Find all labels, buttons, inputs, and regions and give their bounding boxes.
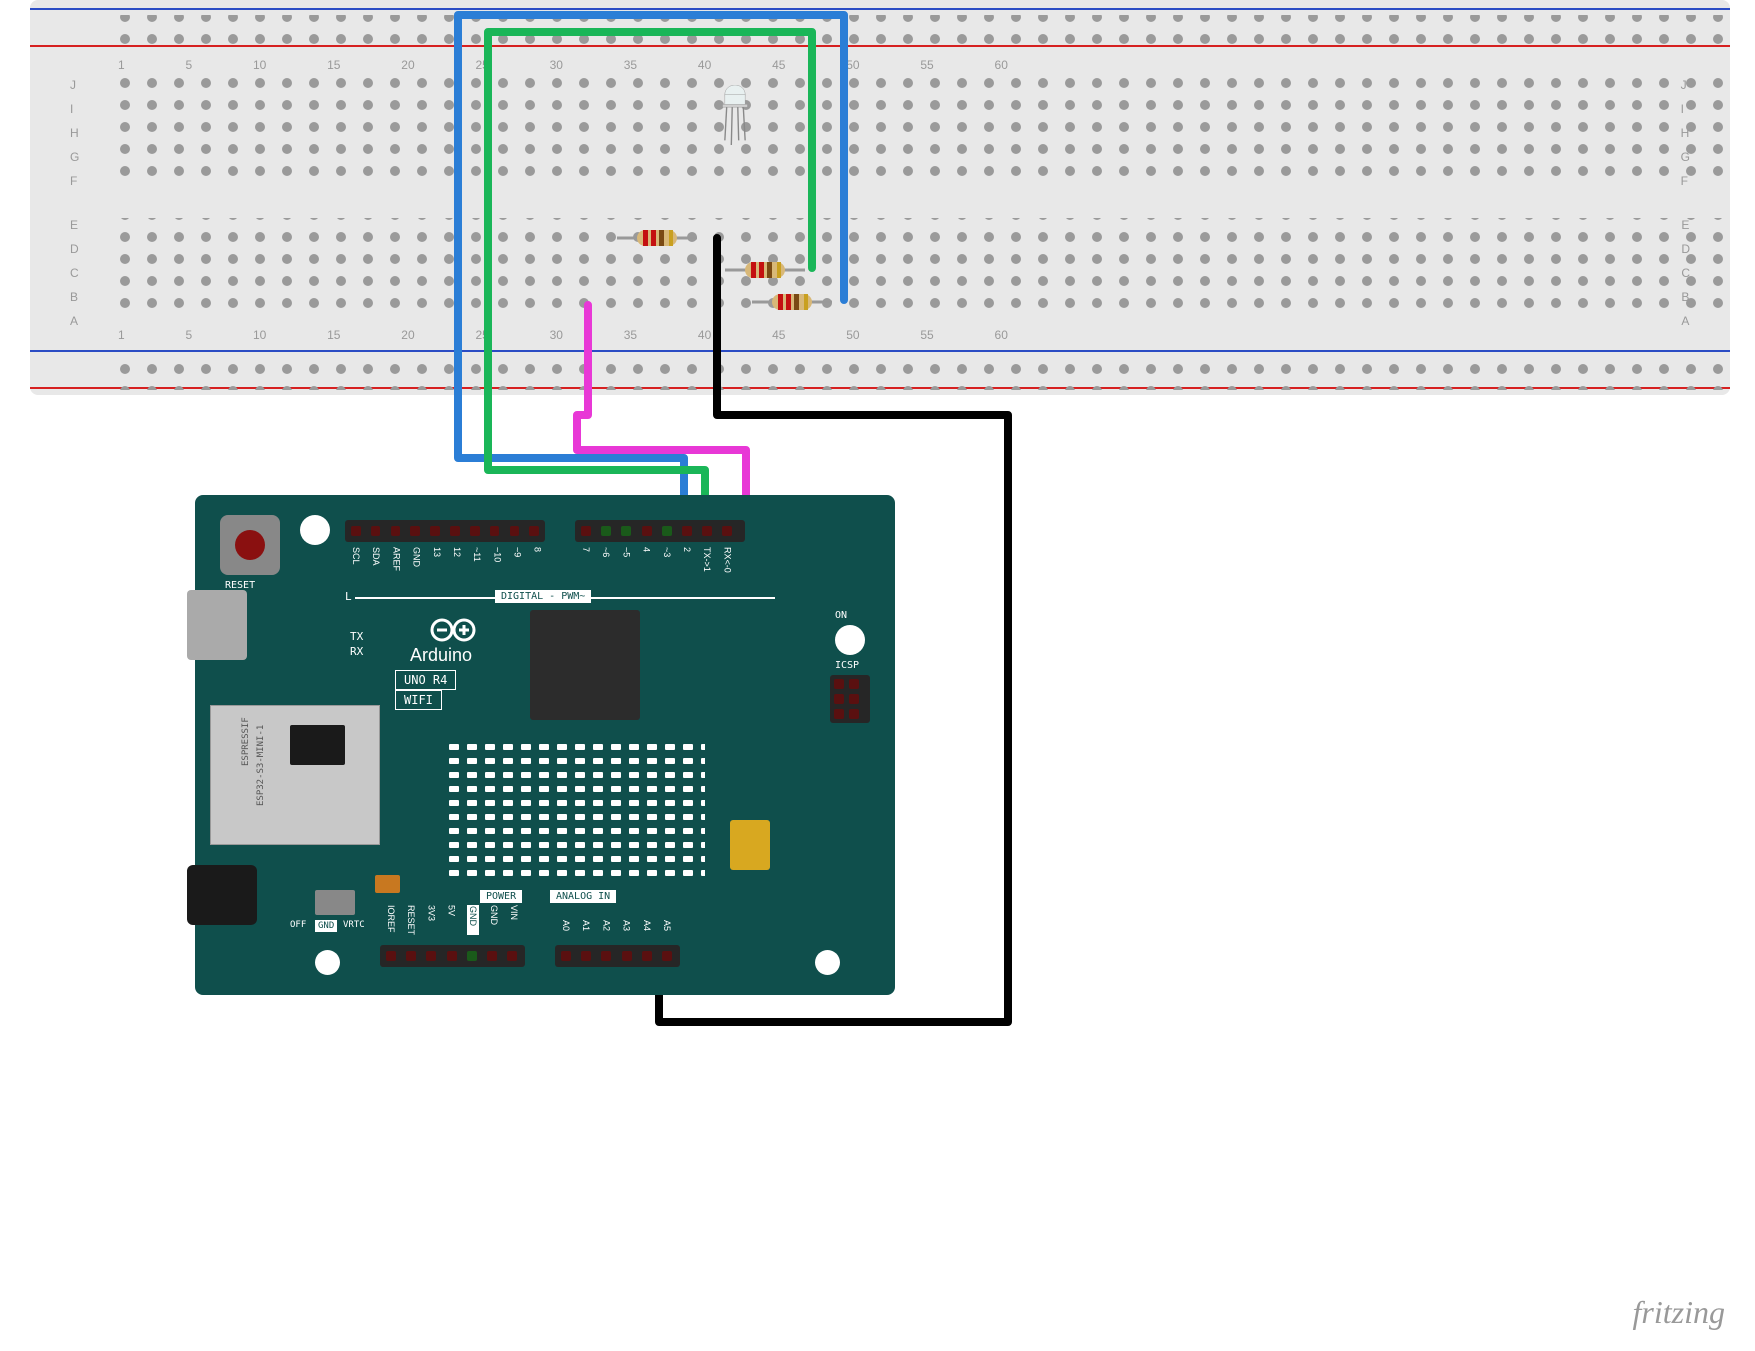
pin-header-analog[interactable] bbox=[555, 945, 680, 967]
pin-labels-power: IOREF RESET 3V3 5V GND GND VIN bbox=[386, 905, 519, 935]
rx-label: RX bbox=[350, 645, 363, 658]
pin-labels-analog: A0 A1 A2 A3 A4 A5 bbox=[561, 920, 672, 931]
led-matrix bbox=[445, 740, 705, 880]
arduino-uno-r4-wifi: RESET SCL SDA AREF GND 13 12 ~11 ~10 ~9 … bbox=[195, 495, 895, 995]
resistor-3 bbox=[752, 290, 832, 315]
mounting-hole-2 bbox=[835, 625, 865, 655]
mounting-hole-1 bbox=[300, 515, 330, 545]
breadboard-holes-grid bbox=[30, 0, 1730, 395]
resistor-2 bbox=[725, 258, 805, 283]
mounting-hole-4 bbox=[815, 950, 840, 975]
l-label: L bbox=[345, 590, 352, 603]
capacitor bbox=[375, 875, 400, 893]
main-mcu-chip bbox=[530, 610, 640, 720]
qwiic-connector bbox=[730, 820, 770, 870]
analog-header-label: ANALOG IN bbox=[550, 890, 616, 903]
resistor-1 bbox=[617, 226, 697, 251]
power-header-label: POWER bbox=[480, 890, 522, 903]
fritzing-watermark: fritzing bbox=[1633, 1294, 1725, 1331]
reset-button-cap bbox=[235, 530, 265, 560]
digital-header-label: DIGITAL - PWM~ bbox=[495, 590, 591, 603]
voltage-regulator bbox=[315, 890, 355, 915]
pin-header-power[interactable] bbox=[380, 945, 525, 967]
reset-label: RESET bbox=[225, 580, 255, 591]
pin-labels-top-2: 7 ~6 ~5 4 ~3 2 TX->1 RX<-0 bbox=[581, 547, 732, 573]
on-label: ON bbox=[835, 610, 847, 621]
gnd-label-bottom: GND bbox=[315, 920, 337, 932]
small-chip-1 bbox=[290, 725, 345, 765]
model-line2: WIFI bbox=[395, 690, 442, 710]
pin-header-top-right[interactable] bbox=[575, 520, 745, 542]
usb-port bbox=[187, 590, 247, 660]
reset-button[interactable] bbox=[220, 515, 280, 575]
rgb-led bbox=[705, 85, 765, 145]
icsp-header[interactable] bbox=[830, 675, 870, 723]
barrel-jack bbox=[187, 865, 257, 925]
breadboard: 151015202530354045505560 151015202530354… bbox=[30, 0, 1730, 395]
vrtc-label: VRTC bbox=[343, 920, 365, 930]
esp-label2: ESP32-S3-MINI-1 bbox=[256, 725, 266, 806]
pin-header-top-left[interactable] bbox=[345, 520, 545, 542]
arduino-brand: Arduino bbox=[410, 645, 472, 666]
pin-labels-top: SCL SDA AREF GND 13 12 ~11 ~10 ~9 8 bbox=[351, 547, 543, 571]
model-line1: UNO R4 bbox=[395, 670, 456, 690]
mounting-hole-3 bbox=[315, 950, 340, 975]
esp-label1: ESPRESSIF bbox=[241, 717, 251, 766]
tx-label: TX bbox=[350, 630, 363, 643]
off-label: OFF bbox=[290, 920, 306, 930]
icsp-label: ICSP bbox=[835, 660, 859, 671]
